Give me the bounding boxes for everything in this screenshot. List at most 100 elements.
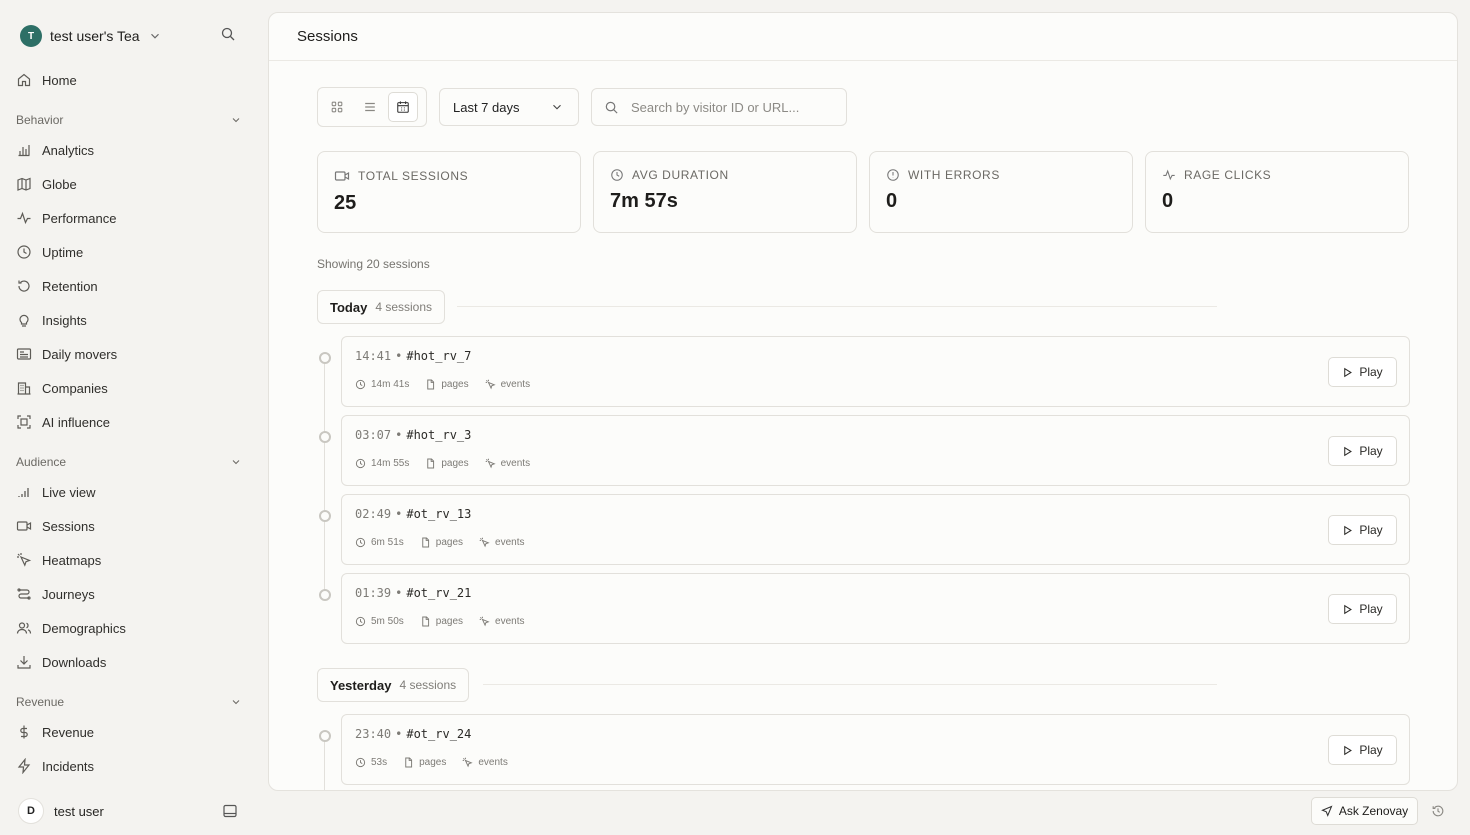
stat-value: 0 [1162,190,1174,212]
session-pages: pages [441,458,469,469]
sidebar-item-label: Performance [42,210,117,226]
users-icon [16,620,32,636]
chevron-down-icon [230,114,242,126]
sidebar-item-retention[interactable]: Retention [16,274,98,298]
sidebar-item-performance[interactable]: Performance [16,206,116,230]
clock-icon [355,616,366,627]
session-duration: 53s [371,757,388,768]
bar-chart-icon [16,142,32,158]
stat-value: 7m 57s [610,190,678,212]
sidebar-item-sessions[interactable]: Sessions [16,514,95,538]
page-title: Sessions [297,28,358,45]
session-pages: pages [419,757,447,768]
file-icon [425,379,436,390]
sidebar-item-label: Home [42,72,77,88]
newspaper-icon [16,346,32,362]
list-view-icon[interactable] [355,92,385,122]
group-label-today: Today 4 sessions [317,290,446,324]
sidebar-item-label: Sessions [42,518,95,534]
building-icon [16,380,32,396]
sidebar-item-analytics[interactable]: Analytics [16,138,94,162]
user-menu[interactable]: D test user [18,798,104,824]
scan-icon [16,414,32,430]
section-behavior[interactable]: Behavior [16,110,242,130]
play-label: Play [1359,444,1383,458]
play-button[interactable]: Play [1328,436,1397,466]
stat-total-sessions: TOTAL SESSIONS 25 [317,151,581,233]
sidebar-item-incidents[interactable]: Incidents [16,754,94,778]
sidebar-toggle-icon[interactable] [222,803,238,819]
play-label: Play [1359,523,1383,537]
search-icon[interactable] [220,26,236,42]
session-id: #ot_rv_24 [406,727,472,741]
separator: • [395,507,403,521]
clock-icon [16,244,32,260]
section-title: Behavior [16,113,64,127]
session-card[interactable]: 01:39 • #ot_rv_21 5m 50s pages events Play [341,573,1410,644]
section-revenue[interactable]: Revenue [16,692,242,712]
group-title: Yesterday [330,677,392,693]
stat-label: WITH ERRORS [908,168,1000,182]
separator: • [395,586,403,600]
sidebar-item-insights[interactable]: Insights [16,308,87,332]
ask-zenovay-label: Ask Zenovay [1338,804,1409,818]
session-card[interactable]: 14:41 • #hot_rv_7 14m 41s pages events Pla… [341,336,1410,407]
play-button[interactable]: Play [1328,594,1397,624]
sidebar-item-uptime[interactable]: Uptime [16,240,83,264]
sidebar-item-demographics[interactable]: Demographics [16,616,126,640]
sidebar-item-label: Incidents [42,758,95,774]
play-label: Play [1359,743,1383,757]
stat-value: 25 [334,192,357,214]
date-range-select[interactable]: Last 7 days [439,88,579,126]
search-box [591,88,847,126]
sidebar-item-downloads[interactable]: Downloads [16,650,106,674]
sidebar-item-revenue[interactable]: Revenue [16,720,94,744]
sidebar-item-companies[interactable]: Companies [16,376,108,400]
session-time: 01:39 [355,586,392,600]
divider [483,684,1217,685]
session-card[interactable]: 03:07 • #hot_rv_3 14m 55s pages events Pla… [341,415,1410,486]
sidebar-item-heatmaps[interactable]: Heatmaps [16,548,101,572]
timeline-line [324,736,325,790]
chevron-down-icon [230,456,242,468]
sidebar: T test user's Tea Home Behavior Analytic… [0,0,256,835]
stats-row: TOTAL SESSIONS 25 AVG DURATION 7m 57s WI… [317,151,1409,233]
ask-zenovay-button[interactable]: Ask Zenovay [1311,797,1418,825]
sidebar-item-ai-influence[interactable]: AI influence [16,410,110,434]
group-count: 4 sessions [375,300,433,314]
route-icon [16,586,32,602]
play-label: Play [1359,365,1383,379]
section-audience[interactable]: Audience [16,452,242,472]
play-button[interactable]: Play [1328,357,1397,387]
session-card[interactable]: 02:49 • #ot_rv_13 6m 51s pages events Play [341,494,1410,565]
signal-icon [16,484,32,500]
play-button[interactable]: Play [1328,515,1397,545]
sidebar-item-globe[interactable]: Globe [16,172,77,196]
session-meta: 5m 50s pages events [355,616,541,627]
cursor-click-icon [16,552,32,568]
session-pages: pages [441,379,469,390]
workspace-switcher[interactable]: T test user's Tea [18,24,163,48]
sidebar-item-live-view[interactable]: Live view [16,480,95,504]
sidebar-item-label: Heatmaps [42,552,102,568]
search-input[interactable] [631,99,831,115]
sidebar-item-daily-movers[interactable]: Daily movers [16,342,117,366]
stat-label: TOTAL SESSIONS [358,169,469,183]
sidebar-item-label: Uptime [42,244,84,260]
calendar-view-icon[interactable] [388,92,418,122]
sidebar-item-home[interactable]: Home [16,68,77,92]
session-id: #ot_rv_13 [406,507,472,521]
stat-label: AVG DURATION [632,168,729,182]
session-duration: 14m 41s [371,379,410,390]
history-icon[interactable] [1431,804,1445,818]
file-icon [420,537,431,548]
sidebar-item-journeys[interactable]: Journeys [16,582,95,606]
session-card[interactable]: 23:40 • #ot_rv_24 53s pages events Play [341,714,1410,785]
play-button[interactable]: Play [1328,735,1397,765]
stat-value: 0 [886,190,898,212]
user-name: test user [54,803,104,819]
sidebar-item-label: Analytics [42,142,95,158]
workspace-avatar: T [20,25,42,47]
grid-view-icon[interactable] [322,92,352,122]
session-id: #hot_rv_7 [406,349,472,363]
